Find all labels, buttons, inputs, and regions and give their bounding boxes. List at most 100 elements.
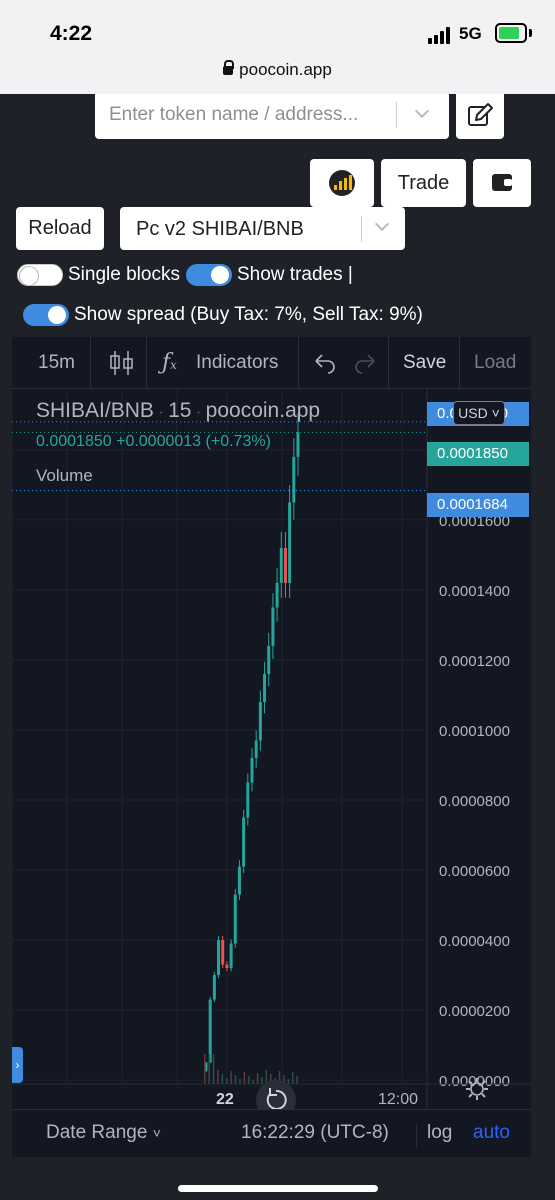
y-tick-label: 0.0001400	[439, 583, 510, 600]
token-search-input[interactable]	[109, 100, 399, 130]
undo-button[interactable]	[310, 337, 338, 389]
signal-icon	[428, 26, 454, 44]
undo-icon	[315, 354, 335, 374]
price-tag-spread: 0.0001684	[427, 493, 529, 517]
load-button[interactable]: Load	[474, 337, 531, 389]
volume-bar	[243, 1072, 246, 1084]
legend-title: SHIBAI/BNB · 15 · poocoin.app	[36, 399, 321, 422]
y-tick-label: 0.0000200	[439, 1003, 510, 1020]
volume-bar	[208, 1054, 210, 1084]
candle-body	[267, 645, 271, 674]
lock-icon	[223, 60, 235, 75]
candle-body	[283, 547, 287, 583]
candle-body	[242, 817, 246, 867]
side-panel-toggle[interactable]: ›	[12, 1047, 23, 1083]
interval-button[interactable]: 15m	[38, 337, 75, 389]
show-spread-label: Show spread (Buy Tax: 7%, Sell Tax: 9%)	[74, 304, 423, 325]
legend-volume: Volume	[36, 466, 93, 485]
legend-symbol: SHIBAI/BNB	[36, 399, 154, 422]
pair-select[interactable]: Pc v2 SHIBAI/BNB	[120, 207, 405, 250]
wallet-icon	[492, 174, 512, 191]
chart-toolbar: 15m ƒx Indicators Save Load	[12, 337, 531, 389]
show-trades-toggle[interactable]	[186, 264, 232, 286]
price-tag-last: 0.0001850	[427, 442, 529, 466]
candle-body	[275, 582, 279, 608]
legend-change: +0.0000013	[116, 433, 202, 450]
trade-label: Trade	[397, 172, 450, 194]
browser-status-bar: 4:22 5G poocoin.app	[0, 0, 555, 94]
y-tick-label: 0.0000800	[439, 793, 510, 810]
toolbar-divider	[90, 337, 91, 389]
candle-body	[254, 740, 258, 758]
candle-body	[250, 757, 254, 783]
page: Trade Reload Pc v2 SHIBAI/BNB Single blo…	[0, 94, 555, 1200]
battery-tip	[529, 29, 532, 37]
legend-interval: 15	[168, 399, 192, 422]
candles-icon	[110, 351, 133, 375]
candle-body	[233, 894, 237, 944]
volume-bar	[212, 1054, 215, 1084]
toolbar-divider	[298, 337, 299, 389]
candle-body	[258, 701, 262, 741]
chart-type-button[interactable]	[104, 337, 144, 389]
battery-icon	[495, 23, 527, 43]
network-type: 5G	[459, 24, 482, 43]
indicators-button[interactable]: Indicators	[196, 337, 278, 389]
search-divider	[396, 102, 397, 128]
volume-bar	[226, 1078, 228, 1084]
y-tick-label: 0.0001200	[439, 653, 510, 670]
x-tick-label: 22	[216, 1091, 234, 1108]
url-text: poocoin.app	[239, 60, 332, 79]
redo-icon	[355, 354, 375, 374]
currency-label: USD	[458, 405, 488, 421]
candle-body	[212, 975, 216, 1000]
chart-logo-icon	[329, 170, 355, 196]
volume-bar	[217, 1070, 219, 1084]
candle-body	[208, 999, 212, 1063]
candle-body	[279, 547, 283, 583]
pair-divider	[361, 216, 362, 242]
wallet-button[interactable]	[473, 159, 531, 207]
legend-values: 0.0001850 +0.0000013 (+0.73%)	[36, 433, 271, 451]
volume-bar	[234, 1075, 237, 1084]
y-tick-label: 0.0000600	[439, 863, 510, 880]
pair-selected: Pc v2 SHIBAI/BNB	[136, 218, 304, 240]
edit-button[interactable]	[456, 94, 504, 139]
auto-scale-button[interactable]: auto	[473, 1122, 510, 1144]
show-spread-toggle[interactable]	[23, 304, 69, 326]
candle-body	[237, 866, 241, 895]
volume-bar	[221, 1074, 224, 1084]
currency-button[interactable]: USD ˅	[453, 401, 505, 425]
show-trades-label: Show trades |	[237, 264, 353, 285]
chevron-down-icon[interactable]	[374, 216, 390, 232]
volume-bar	[296, 1076, 298, 1084]
settings-gear-icon[interactable]	[462, 1074, 502, 1114]
single-blocks-label: Single blocks	[68, 264, 180, 285]
single-blocks-toggle[interactable]	[17, 264, 63, 286]
clock-time: 16:22:29 (UTC-8)	[241, 1122, 389, 1143]
candle-body	[221, 940, 225, 965]
legend-last: 0.0001850	[36, 433, 112, 450]
toolbar-divider	[459, 337, 460, 389]
toolbar-divider	[388, 337, 389, 389]
redo-button[interactable]	[352, 337, 380, 389]
chart-button[interactable]	[310, 159, 374, 207]
trade-button[interactable]: Trade	[381, 159, 466, 207]
chevron-down-icon[interactable]	[414, 103, 430, 119]
candle-body	[288, 502, 292, 583]
log-scale-button[interactable]: log	[427, 1122, 452, 1144]
volume-bar	[204, 1054, 206, 1084]
candle-body	[292, 456, 296, 503]
token-search[interactable]	[95, 94, 449, 139]
y-tick-label: 0.0000400	[439, 933, 510, 950]
reload-button[interactable]: Reload	[16, 207, 104, 250]
date-range-button[interactable]: Date Range ˅	[46, 1122, 161, 1144]
volume-bar	[252, 1080, 254, 1084]
legend-change-pct: (+0.73%)	[205, 433, 271, 450]
candle-body	[271, 607, 275, 646]
save-button[interactable]: Save	[403, 337, 446, 389]
date-range-label: Date Range	[46, 1122, 148, 1143]
status-time: 4:22	[50, 22, 93, 45]
candle-body	[225, 964, 229, 969]
url-bar[interactable]: poocoin.app	[0, 60, 555, 80]
